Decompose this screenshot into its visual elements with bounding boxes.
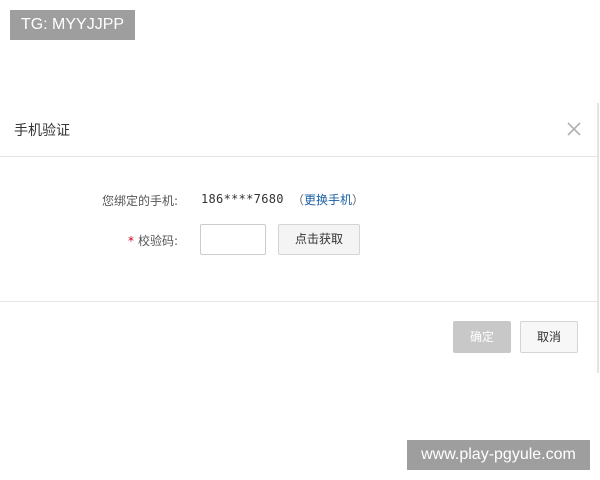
change-phone-close-paren: ） xyxy=(352,193,365,207)
watermark-bottom: www.play-pgyule.com xyxy=(407,440,590,470)
bound-phone-value: 186****7680 xyxy=(201,192,284,206)
get-code-button[interactable]: 点击获取 xyxy=(278,224,360,255)
footer-divider xyxy=(0,301,597,302)
page: TG: MYYJJPP 手机验证 您绑定的手机: 186****7680 （更换… xyxy=(0,0,600,480)
required-mark: * xyxy=(127,234,134,248)
verification-code-label-group: * 校验码: xyxy=(68,232,178,249)
verification-code-label: 校验码: xyxy=(137,234,178,248)
bound-phone-label: 您绑定的手机: xyxy=(101,194,178,208)
watermark-top: TG: MYYJJPP xyxy=(10,10,135,40)
verification-code-input[interactable] xyxy=(200,224,266,255)
close-icon xyxy=(567,122,581,136)
change-phone-link[interactable]: 更换手机 xyxy=(304,193,352,207)
close-button[interactable] xyxy=(563,118,585,140)
change-phone-open-paren: （ xyxy=(292,193,305,207)
dialog-header: 手机验证 xyxy=(0,103,597,157)
change-phone-group: （更换手机） xyxy=(292,191,364,208)
phone-verification-dialog: 手机验证 您绑定的手机: 186****7680 （更换手机） * 校验码: 点击… xyxy=(0,103,597,373)
dialog-right-edge xyxy=(597,103,599,373)
cancel-button[interactable]: 取消 xyxy=(520,321,578,353)
confirm-button[interactable]: 确定 xyxy=(453,321,511,353)
dialog-title: 手机验证 xyxy=(14,123,70,139)
